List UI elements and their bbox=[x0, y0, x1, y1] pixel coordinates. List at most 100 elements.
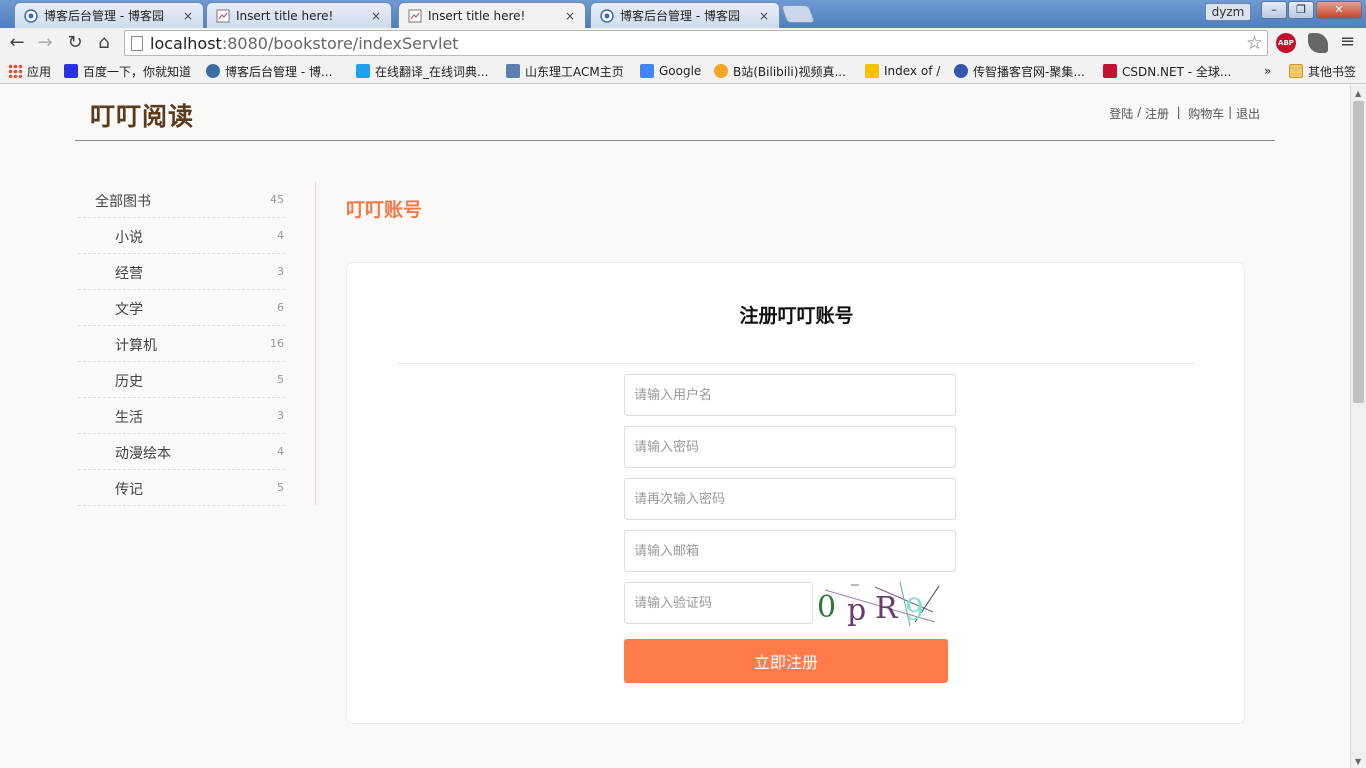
category-name: 文学 bbox=[115, 302, 143, 318]
category-all[interactable]: 全部图书 45 bbox=[78, 182, 285, 218]
bookmark-item[interactable]: 山东理工ACM主页 bbox=[506, 62, 624, 80]
category-item[interactable]: 传记 5 bbox=[78, 470, 285, 506]
category-item[interactable]: 文学 6 bbox=[78, 290, 285, 326]
folder-icon bbox=[1289, 64, 1303, 78]
category-name: 动漫绘本 bbox=[115, 446, 171, 462]
category-name: 全部图书 bbox=[95, 194, 151, 210]
bookmarks-overflow-button[interactable]: » bbox=[1264, 62, 1271, 80]
close-icon[interactable]: × bbox=[563, 9, 577, 23]
site-logo[interactable]: 叮叮阅读 bbox=[90, 97, 194, 133]
category-count: 3 bbox=[277, 409, 284, 422]
profile-button[interactable]: dyzm bbox=[1205, 3, 1251, 21]
category-name: 经营 bbox=[115, 266, 143, 282]
scroll-down-icon[interactable]: ▼ bbox=[1355, 757, 1361, 766]
close-icon[interactable]: × bbox=[181, 9, 195, 23]
home-button[interactable]: ⌂ bbox=[93, 32, 115, 54]
page-content: 叮叮阅读 登陆 / 注册 | 购物车 | 退出 全部图书 45 小说 4 经营 … bbox=[0, 85, 1350, 768]
category-name: 历史 bbox=[115, 374, 143, 390]
address-bar[interactable]: localhost:8080/bookstore/indexServlet ☆ bbox=[124, 30, 1268, 56]
password-input[interactable] bbox=[624, 426, 956, 468]
close-icon[interactable]: × bbox=[757, 9, 771, 23]
bookmark-item[interactable]: Index of / bbox=[865, 62, 940, 80]
category-item[interactable]: 小说 4 bbox=[78, 218, 285, 254]
tab-title: Insert title here! bbox=[236, 8, 334, 23]
browser-tab[interactable]: Insert title here! × bbox=[206, 2, 392, 28]
csdn-icon bbox=[1103, 64, 1117, 78]
new-tab-button[interactable] bbox=[780, 5, 816, 23]
cnblogs-icon bbox=[206, 64, 220, 78]
category-count: 4 bbox=[277, 229, 284, 242]
bookmark-apps[interactable]: 应用 bbox=[8, 62, 51, 80]
link-separator: | bbox=[1224, 105, 1236, 119]
category-count: 5 bbox=[277, 481, 284, 494]
other-bookmarks-folder[interactable]: 其他书签 bbox=[1289, 62, 1356, 80]
folder-icon bbox=[865, 64, 879, 78]
bookmark-item[interactable]: 在线翻译_在线词典... bbox=[356, 62, 488, 80]
browser-toolbar: ← → ↻ ⌂ localhost:8080/bookstore/indexSe… bbox=[0, 28, 1366, 58]
link-separator: | bbox=[1168, 105, 1189, 119]
forward-button[interactable]: → bbox=[34, 32, 56, 54]
apps-grid-icon bbox=[8, 64, 22, 78]
form-divider bbox=[397, 363, 1195, 364]
captcha-char: R bbox=[875, 591, 899, 626]
captcha-char: p bbox=[847, 593, 866, 626]
link-separator: / bbox=[1133, 105, 1145, 119]
tab-title: 博客后台管理 - 博客园 bbox=[620, 9, 740, 23]
category-name: 小说 bbox=[115, 230, 143, 246]
bookmark-item[interactable]: B站(Bilibili)视频真... bbox=[714, 62, 846, 80]
top-links: 登陆 / 注册 | 购物车 | 退出 bbox=[1109, 105, 1260, 122]
sidebar-divider bbox=[315, 182, 316, 505]
category-name: 生活 bbox=[115, 410, 143, 426]
bookmark-item[interactable]: 传智播客官网-聚集... bbox=[954, 62, 1085, 80]
vertical-scrollbar[interactable]: ▲ ▼ bbox=[1350, 85, 1366, 768]
category-name: 传记 bbox=[115, 482, 143, 498]
monitor-icon bbox=[506, 64, 520, 78]
register-link[interactable]: 注册 bbox=[1145, 105, 1169, 122]
browser-tab[interactable]: 博客后台管理 - 博客园 × bbox=[14, 2, 204, 28]
tab-title: 博客后台管理 - 博客园 bbox=[44, 9, 164, 23]
bookmark-item[interactable]: 百度一下，你就知道 bbox=[64, 62, 191, 80]
category-count: 16 bbox=[270, 337, 284, 350]
logout-link[interactable]: 退出 bbox=[1236, 105, 1260, 122]
url-text: localhost:8080/bookstore/indexServlet bbox=[150, 34, 459, 53]
browser-tab-bar: 博客后台管理 - 博客园 × Insert title here! × Inse… bbox=[0, 0, 1366, 29]
login-link[interactable]: 登陆 bbox=[1109, 105, 1133, 122]
scroll-up-icon[interactable]: ▲ bbox=[1355, 89, 1361, 98]
google-icon bbox=[640, 64, 654, 78]
captcha-image[interactable]: 0 p R 9 bbox=[815, 582, 941, 626]
bilibili-icon bbox=[714, 64, 728, 78]
section-title: 叮叮账号 bbox=[346, 199, 423, 221]
bookmark-item[interactable]: Google bbox=[640, 62, 701, 80]
bookmark-item[interactable]: 博客后台管理 - 博... bbox=[206, 62, 332, 80]
email-input[interactable] bbox=[624, 530, 956, 572]
category-item[interactable]: 生活 3 bbox=[78, 398, 285, 434]
baidu-icon bbox=[64, 64, 78, 78]
category-count: 5 bbox=[277, 373, 284, 386]
close-window-button[interactable]: ✕ bbox=[1316, 1, 1362, 19]
cart-link[interactable]: 购物车 bbox=[1188, 105, 1224, 122]
browser-tab-active[interactable]: Insert title here! × bbox=[398, 2, 586, 29]
category-item[interactable]: 经营 3 bbox=[78, 254, 285, 290]
back-button[interactable]: ← bbox=[6, 32, 28, 54]
password-confirm-input[interactable] bbox=[624, 478, 956, 520]
star-icon[interactable]: ☆ bbox=[1246, 32, 1263, 54]
category-item[interactable]: 计算机 16 bbox=[78, 326, 285, 362]
category-item[interactable]: 动漫绘本 4 bbox=[78, 434, 285, 470]
cnblogs-icon bbox=[23, 8, 39, 24]
minimize-button[interactable]: – bbox=[1261, 1, 1287, 19]
username-input[interactable] bbox=[624, 374, 956, 416]
adblock-icon[interactable]: ABP bbox=[1276, 33, 1296, 53]
close-icon[interactable]: × bbox=[369, 9, 383, 23]
captcha-char: 9 bbox=[905, 593, 924, 626]
scrollbar-thumb[interactable] bbox=[1353, 101, 1364, 403]
captcha-input[interactable] bbox=[624, 582, 813, 624]
category-item[interactable]: 历史 5 bbox=[78, 362, 285, 398]
menu-icon[interactable]: ≡ bbox=[1340, 31, 1355, 52]
register-submit-button[interactable]: 立即注册 bbox=[624, 639, 948, 683]
bookmark-item[interactable]: CSDN.NET - 全球... bbox=[1103, 62, 1231, 80]
maximize-button[interactable]: ❐ bbox=[1288, 1, 1314, 19]
cnblogs-icon bbox=[599, 8, 615, 24]
category-sidebar: 全部图书 45 小说 4 经营 3 文学 6 计算机 16 历史 5 生活 3 … bbox=[78, 182, 285, 506]
reload-button[interactable]: ↻ bbox=[64, 32, 86, 54]
browser-tab[interactable]: 博客后台管理 - 博客园 × bbox=[590, 2, 780, 28]
